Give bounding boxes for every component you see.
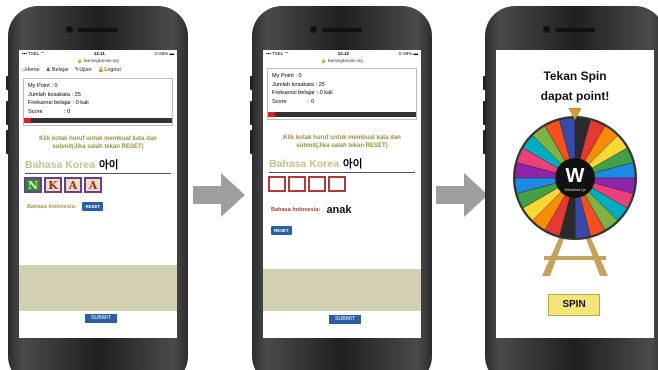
wheel-logo: W	[566, 165, 585, 187]
letter-tile[interactable]: K	[44, 177, 62, 193]
submit-button[interactable]: SUBMIT	[85, 314, 117, 323]
nav-ujian[interactable]: ✎Ujian	[75, 67, 92, 73]
progress-bar	[268, 112, 416, 117]
status-bar: ▪▪▪ TSEL ⌔ 12.11 ⊙ 69% ▬	[19, 50, 177, 57]
letter-tile[interactable]	[328, 176, 346, 192]
url-bar[interactable]: 🔒 learningkorean.org	[263, 57, 421, 65]
indonesian-row: Bahasa Indonesia: anak	[271, 204, 421, 216]
clock: 12.12	[337, 51, 349, 56]
korean-label: Bahasa Korea	[25, 159, 96, 171]
korean-word: 아이	[99, 159, 119, 171]
url-bar[interactable]: 🔒 learningkorean.org	[19, 57, 177, 65]
phone-frame-2: ▪▪▪ TSEL ⌔ 12.12 ⊙ 69% ▬ 🔒 learningkorea…	[250, 6, 432, 370]
stats-panel: My Point : 0 Jumlah kosakata : 25 Frekue…	[23, 78, 173, 126]
indonesian-label: Bahasa Indonesia:	[271, 207, 321, 213]
stat-row: Frekuensi belajar : 0 kali	[272, 90, 333, 97]
speaker-grille	[78, 28, 118, 32]
nav-belajar[interactable]: ♟ Belajar	[46, 67, 69, 73]
stat-row: Jumlah kosakata : 25	[28, 91, 81, 98]
speaker-grille	[322, 28, 362, 32]
spin-button[interactable]: SPIN	[548, 294, 600, 316]
progress-bar	[24, 118, 172, 123]
phone-frame-1: ▪▪▪ TSEL ⌔ 12.11 ⊙ 69% ▬ 🔒 learningkorea…	[6, 6, 188, 370]
nav-home[interactable]: ⌂Home	[22, 67, 40, 73]
progress-fill	[24, 118, 32, 123]
submit-button[interactable]: SUBMIT	[329, 315, 361, 324]
progress-fill	[268, 112, 276, 117]
camera-icon	[543, 26, 550, 33]
letter-tile[interactable]	[288, 176, 306, 192]
letter-tile[interactable]	[308, 176, 326, 192]
letter-tiles: N K A A	[24, 177, 177, 193]
letter-tile[interactable]: A	[84, 177, 102, 193]
wheel-caption: Winwheel.js	[564, 187, 585, 192]
letter-tiles	[268, 176, 421, 192]
answer-area	[19, 265, 177, 311]
speaker-grille	[555, 28, 595, 32]
arrow-right-icon	[436, 173, 488, 217]
camera-icon	[310, 26, 317, 33]
stat-row: Score: 0	[28, 108, 71, 115]
carrier: ▪▪▪ TSEL ⌔	[266, 50, 289, 56]
indonesian-answer: anak	[326, 204, 352, 216]
battery: ⊙ 69% ▬	[154, 50, 174, 56]
spin-title: Tekan Spin dapat point!	[540, 69, 610, 103]
wheel-stand-bar	[544, 256, 606, 260]
nav-bar: ⌂Home ♟ Belajar ✎Ujian 🔒Logout	[19, 65, 177, 75]
instruction-text: Klik kotak huruf untuk membuat kata dan …	[39, 136, 157, 150]
camera-icon	[66, 26, 73, 33]
word-title: Bahasa Korea 아이	[269, 156, 421, 171]
stat-row: Score: 0	[272, 98, 315, 105]
phone-frame-3: Tekan Spin dapat point! W Winwheel.js SP…	[483, 6, 658, 370]
word-title: Bahasa Korea 아이	[25, 157, 177, 172]
stats-panel: My Point : 0 Jumlah kosakata : 25 Frekue…	[267, 68, 417, 120]
arrow-right-icon	[193, 173, 245, 217]
phone-screen-1: ▪▪▪ TSEL ⌔ 12.11 ⊙ 69% ▬ 🔒 learningkorea…	[19, 50, 177, 338]
letter-tile[interactable]: A	[64, 177, 82, 193]
reset-button[interactable]: RESET	[271, 226, 292, 235]
prize-wheel[interactable]: W Winwheel.js	[502, 108, 648, 284]
indonesian-row: Bahasa Indonesia: RESET	[27, 202, 177, 211]
stat-row: Jumlah kosakata : 25	[272, 81, 325, 88]
carrier: ▪▪▪ TSEL ⌔	[22, 50, 45, 56]
answer-area	[263, 269, 421, 311]
stat-row: My Point : 0	[28, 83, 58, 89]
indonesian-label: Bahasa Indonesia:	[27, 203, 77, 210]
nav-logout[interactable]: 🔒Logout	[98, 67, 121, 73]
korean-word: 아이	[343, 158, 363, 170]
instruction-text: Klik kotak huruf untuk membuat kata dan …	[283, 135, 401, 149]
stat-row: Frekuensi belajar : 0 kali	[28, 100, 89, 107]
letter-tile[interactable]: N	[24, 177, 42, 193]
reset-button[interactable]: RESET	[82, 202, 104, 211]
phone-screen-2: ▪▪▪ TSEL ⌔ 12.12 ⊙ 69% ▬ 🔒 learningkorea…	[263, 50, 421, 338]
stat-row: My Point : 0	[272, 73, 302, 79]
status-bar: ▪▪▪ TSEL ⌔ 12.12 ⊙ 69% ▬	[263, 50, 421, 57]
korean-label: Bahasa Korea	[269, 158, 340, 170]
clock: 12.11	[93, 51, 105, 56]
letter-tile[interactable]	[268, 176, 286, 192]
phone-screen-3: Tekan Spin dapat point! W Winwheel.js SP…	[496, 50, 654, 338]
battery: ⊙ 69% ▬	[398, 50, 418, 56]
